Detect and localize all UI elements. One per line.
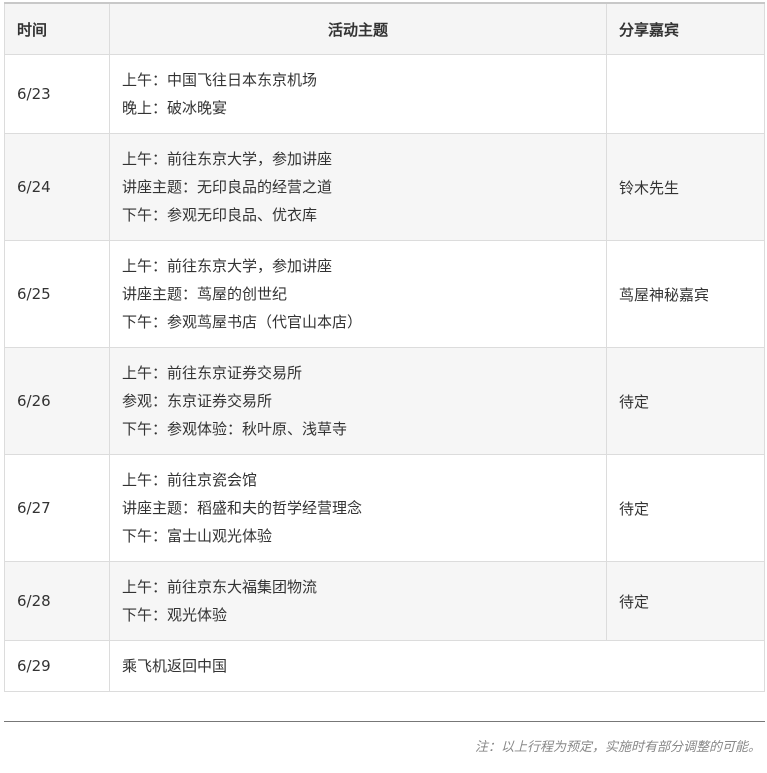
topic-line: 上午：前往东京大学，参加讲座 [122,257,333,275]
topic-line: 上午：前往京瓷会馆 [122,471,258,489]
cell-date: 6/25 [4,240,110,348]
topic-line: 上午：前往东京证券交易所 [122,364,303,382]
topic-line: 上午：前往东京大学，参加讲座 [122,150,333,168]
topic-line: 下午：富士山观光体验 [122,527,273,545]
topic-line: 下午：参观茑屋书店（代官山本店） [122,313,363,331]
cell-topic: 上午：前往东京证券交易所 参观：东京证券交易所 下午：参观体验：秋叶原、浅草寺 [109,347,607,455]
cell-date: 6/28 [4,561,110,641]
cell-date: 6/23 [4,54,110,134]
table-row: 6/28 上午：前往京东大福集团物流 下午：观光体验 待定 [4,561,765,641]
header-topic: 活动主题 [109,2,607,55]
footer-note: 注：以上行程为预定，实施时有部分调整的可能。 [474,740,761,755]
table-row: 6/23 上午：中国飞往日本东京机场 晚上：破冰晚宴 [4,54,765,134]
cell-guest: 茑屋神秘嘉宾 [606,240,765,348]
cell-date: 6/26 [4,347,110,455]
topic-line: 晚上：破冰晚宴 [122,99,228,117]
footer-divider [4,721,765,722]
cell-date: 6/29 [4,640,110,692]
cell-topic: 上午：前往东京大学，参加讲座 讲座主题：无印良品的经营之道 下午：参观无印良品、… [109,133,607,241]
cell-guest: 待定 [606,561,765,641]
header-guest: 分享嘉宾 [606,2,765,55]
cell-guest [606,54,765,134]
table-row: 6/26 上午：前往东京证券交易所 参观：东京证券交易所 下午：参观体验：秋叶原… [4,347,765,455]
table-header-row: 时间 活动主题 分享嘉宾 [4,2,765,55]
topic-line: 下午：观光体验 [122,606,228,624]
cell-date: 6/27 [4,454,110,562]
schedule-table: 时间 活动主题 分享嘉宾 6/23 上午：中国飞往日本东京机场 晚上：破冰晚宴 … [4,2,765,692]
topic-line: 下午：参观无印良品、优衣库 [122,206,318,224]
topic-line: 讲座主题：稻盛和夫的哲学经营理念 [122,499,363,517]
cell-topic: 上午：前往京瓷会馆 讲座主题：稻盛和夫的哲学经营理念 下午：富士山观光体验 [109,454,607,562]
header-date: 时间 [4,2,110,55]
topic-line: 上午：前往京东大福集团物流 [122,578,318,596]
topic-line: 参观：东京证券交易所 [122,392,273,410]
cell-guest: 待定 [606,347,765,455]
topic-line: 讲座主题：无印良品的经营之道 [122,178,333,196]
table-row: 6/29 乘飞机返回中国 [4,640,765,692]
cell-topic: 上午：前往京东大福集团物流 下午：观光体验 [109,561,607,641]
cell-guest: 待定 [606,454,765,562]
cell-topic: 乘飞机返回中国 [109,640,765,692]
topic-line: 讲座主题：茑屋的创世纪 [122,285,288,303]
cell-topic: 上午：前往东京大学，参加讲座 讲座主题：茑屋的创世纪 下午：参观茑屋书店（代官山… [109,240,607,348]
topic-line: 上午：中国飞往日本东京机场 [122,71,318,89]
cell-date: 6/24 [4,133,110,241]
cell-guest: 铃木先生 [606,133,765,241]
table-row: 6/25 上午：前往东京大学，参加讲座 讲座主题：茑屋的创世纪 下午：参观茑屋书… [4,240,765,348]
topic-line: 乘飞机返回中国 [122,657,228,675]
table-row: 6/27 上午：前往京瓷会馆 讲座主题：稻盛和夫的哲学经营理念 下午：富士山观光… [4,454,765,562]
topic-line: 下午：参观体验：秋叶原、浅草寺 [122,420,348,438]
table-row: 6/24 上午：前往东京大学，参加讲座 讲座主题：无印良品的经营之道 下午：参观… [4,133,765,241]
cell-topic: 上午：中国飞往日本东京机场 晚上：破冰晚宴 [109,54,607,134]
